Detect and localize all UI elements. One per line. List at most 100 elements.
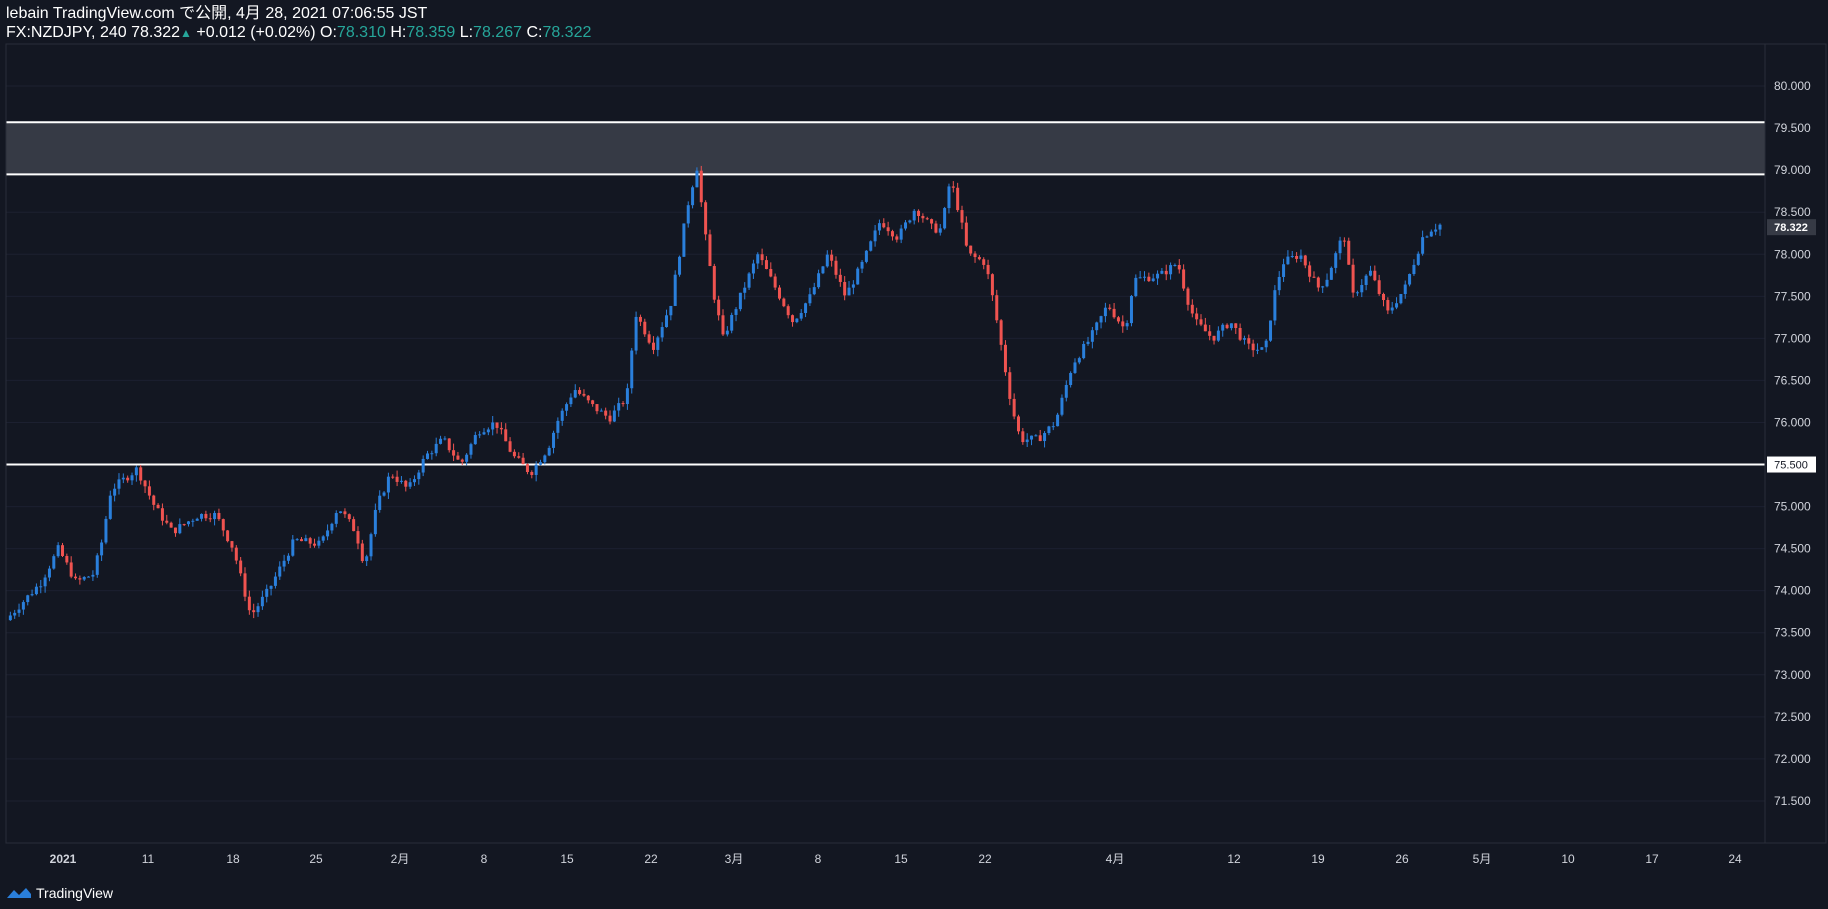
candle-body — [882, 223, 886, 228]
candle-body — [656, 337, 660, 350]
candle-body — [78, 578, 82, 580]
candle-body — [278, 566, 282, 577]
candle-body — [799, 313, 803, 319]
candle-body — [908, 220, 912, 223]
candle-body — [1090, 330, 1094, 342]
candle-body — [960, 210, 964, 223]
candle-body — [139, 467, 143, 481]
x-tick-label: 3月 — [725, 852, 744, 866]
candle-body — [1269, 320, 1273, 341]
candle-body — [730, 314, 734, 331]
candle-body — [117, 479, 121, 489]
price-chart[interactable]: 80.000 79.500 79.000 78.500 78.000 77.500 77.0… — [0, 0, 1828, 909]
candle-body — [1412, 264, 1416, 275]
candle-body — [773, 276, 777, 288]
candle-body — [830, 254, 834, 261]
candle-body — [1086, 341, 1090, 344]
x-tick-label: 25 — [309, 852, 323, 866]
candle-body — [74, 576, 78, 579]
candle-body — [91, 574, 95, 577]
candle-body — [439, 438, 443, 444]
candle-body — [804, 303, 808, 314]
footer-brand[interactable]: TradingView — [6, 885, 113, 901]
candle-body — [904, 222, 908, 229]
candle-body — [1373, 270, 1377, 281]
candle-body — [34, 586, 38, 595]
candle-body — [169, 522, 173, 528]
candle-body — [17, 609, 21, 613]
candle-body — [1003, 344, 1007, 373]
candle-body — [1295, 255, 1299, 259]
candle-body — [1438, 224, 1442, 230]
candle-body — [52, 556, 56, 569]
candle-body — [1408, 274, 1412, 285]
candle-body — [786, 306, 790, 316]
candle-body — [87, 576, 91, 578]
candle-body — [8, 615, 12, 621]
candle-body — [173, 527, 177, 534]
x-tick-label: 22 — [644, 852, 658, 866]
candle-body — [512, 451, 516, 457]
candle-body — [1056, 414, 1060, 427]
candle-body — [743, 287, 747, 293]
candle-body — [1016, 416, 1020, 432]
candle-body — [747, 273, 751, 288]
candle-body — [860, 261, 864, 269]
candle-body — [990, 274, 994, 296]
x-tick-label: 4月 — [1106, 852, 1125, 866]
candles-layer — [8, 165, 1442, 621]
candle-body — [1173, 265, 1177, 267]
candle-body — [365, 556, 369, 562]
candle-body — [877, 223, 881, 231]
candle-body — [1064, 384, 1068, 398]
candle-body — [65, 555, 69, 563]
candle-body — [573, 390, 577, 398]
candle-body — [469, 444, 473, 455]
candle-body — [408, 482, 412, 487]
candle-body — [695, 170, 699, 188]
candle-body — [838, 274, 842, 282]
x-tick-label: 18 — [226, 852, 240, 866]
candle-body — [586, 395, 590, 401]
candle-body — [1260, 347, 1264, 350]
candle-body — [899, 228, 903, 240]
candle-body — [1399, 294, 1403, 304]
candle-body — [247, 596, 251, 611]
candle-body — [1038, 435, 1042, 442]
candle-body — [508, 441, 512, 452]
candle-body — [26, 595, 30, 603]
candle-body — [221, 519, 225, 531]
candle-body — [986, 264, 990, 275]
candle-body — [1342, 240, 1346, 242]
resistance-zone — [6, 122, 1765, 175]
candle-body — [256, 606, 260, 613]
candle-body — [321, 536, 325, 541]
candle-body — [95, 555, 99, 575]
x-tick-label: 19 — [1311, 852, 1325, 866]
candle-body — [1203, 324, 1207, 332]
candle-body — [1095, 322, 1099, 331]
candle-body — [1051, 426, 1055, 428]
candle-body — [100, 542, 104, 556]
last-price-tag-label: 78.322 — [1774, 222, 1808, 234]
candle-body — [969, 245, 973, 254]
candle-body — [1303, 255, 1307, 266]
candle-body — [1425, 236, 1429, 238]
candle-body — [282, 560, 286, 567]
candle-body — [608, 415, 612, 422]
candle-body — [869, 241, 873, 251]
candle-body — [921, 216, 925, 219]
candle-body — [156, 504, 160, 509]
y-tick-label: 77.000 — [1774, 331, 1811, 345]
candle-body — [369, 534, 373, 557]
candle-body — [299, 539, 303, 542]
y-tick-label: 78.500 — [1774, 205, 1811, 219]
candle-body — [126, 477, 130, 481]
candle-body — [712, 266, 716, 300]
candle-body — [147, 486, 151, 496]
candle-body — [178, 524, 182, 534]
candle-body — [821, 266, 825, 274]
candle-body — [1334, 253, 1338, 268]
candle-body — [1025, 439, 1029, 443]
candle-body — [1282, 264, 1286, 277]
